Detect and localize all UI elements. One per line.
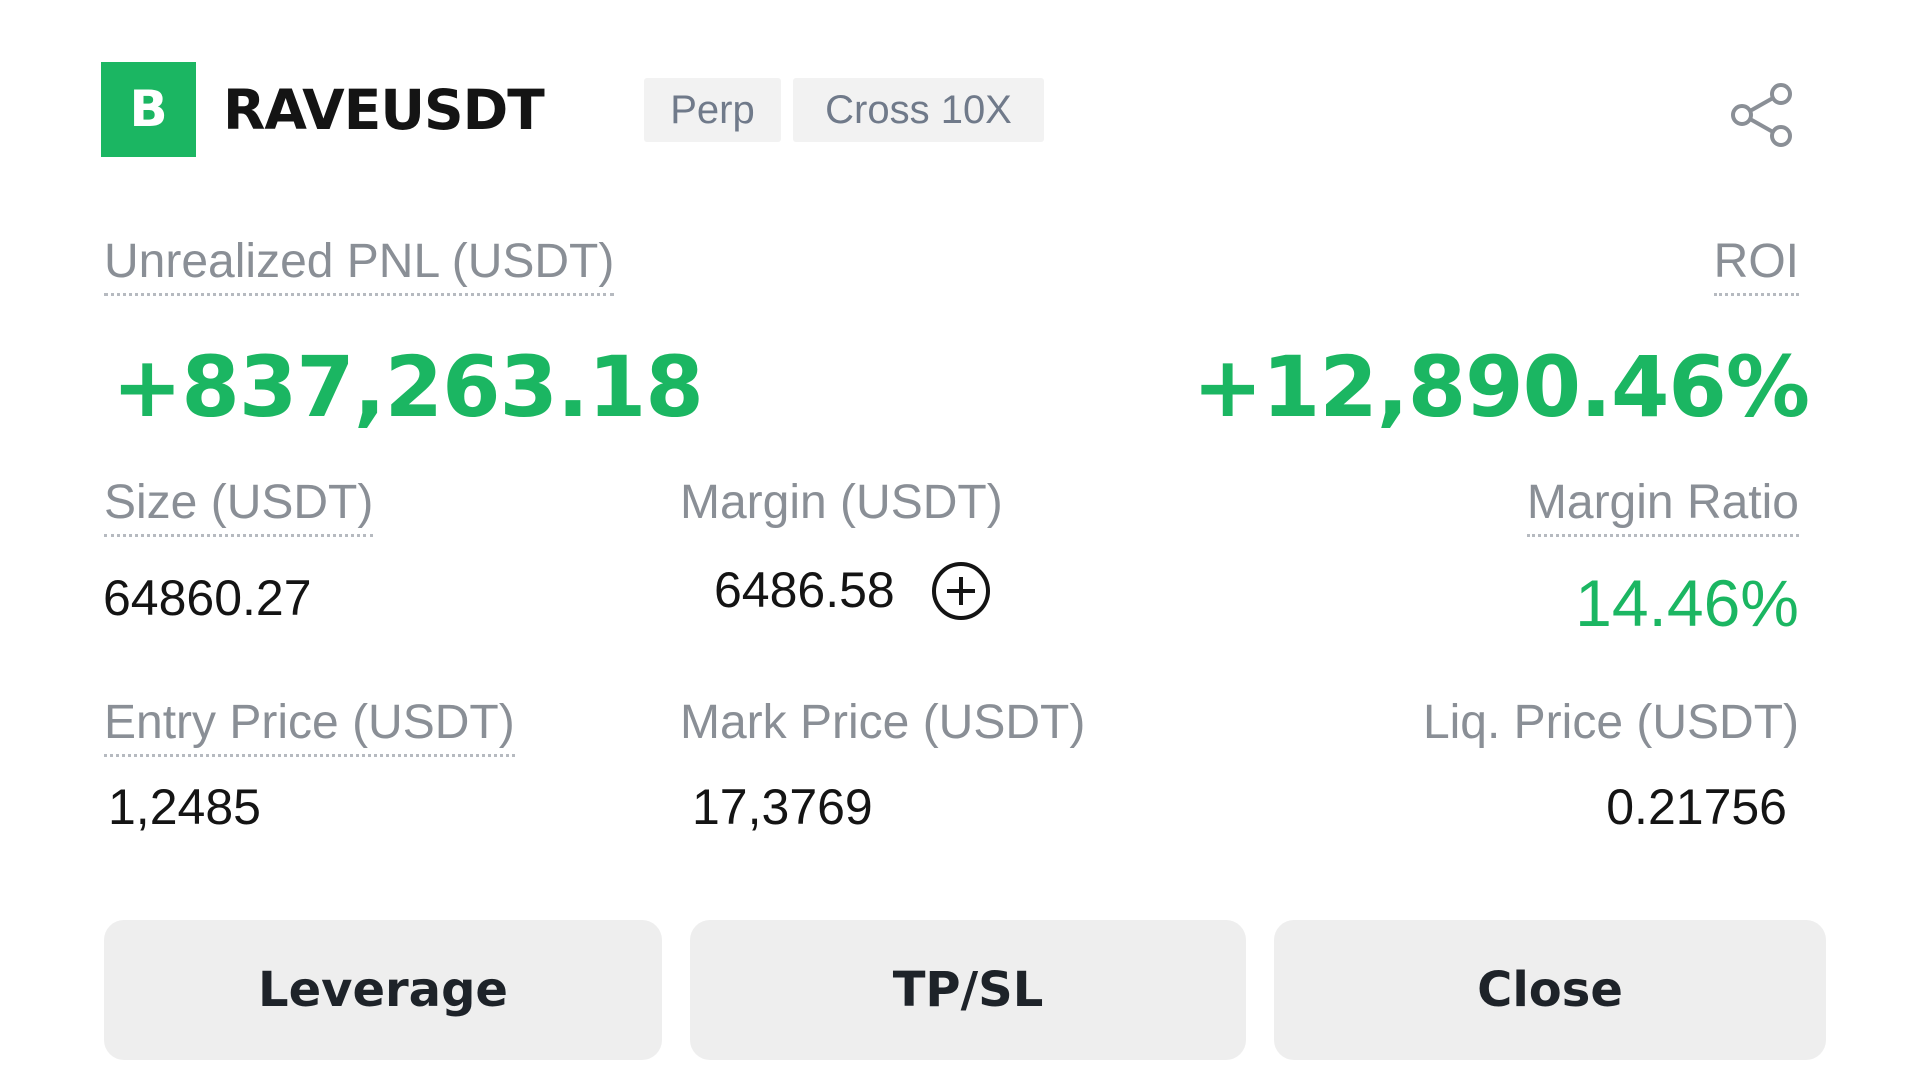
close-position-button[interactable]: Close bbox=[1274, 920, 1826, 1060]
side-badge: B bbox=[101, 62, 196, 157]
roi-label[interactable]: ROI bbox=[1713, 233, 1799, 296]
size-value: 64860.27 bbox=[103, 570, 312, 626]
margin-value: 6486.58 bbox=[714, 562, 895, 618]
liq-price-label: Liq. Price (USDT) bbox=[1422, 696, 1799, 749]
symbol-name[interactable]: RAVEUSDT bbox=[223, 78, 545, 143]
mark-price-value: 17,3769 bbox=[692, 779, 873, 835]
margin-ratio-label[interactable]: Margin Ratio bbox=[1526, 474, 1799, 537]
roi-value: +12,890.46% bbox=[1192, 338, 1810, 436]
entry-price-value: 1,2485 bbox=[108, 779, 261, 835]
position-header: B RAVEUSDT Perp Cross 10X bbox=[101, 62, 1801, 157]
margin-ratio-value: 14.46% bbox=[1575, 566, 1799, 640]
leverage-button[interactable]: Leverage bbox=[104, 920, 662, 1060]
tpsl-button[interactable]: TP/SL bbox=[690, 920, 1246, 1060]
unrealized-pnl-label[interactable]: Unrealized PNL (USDT) bbox=[104, 233, 615, 296]
entry-price-label[interactable]: Entry Price (USDT) bbox=[104, 694, 515, 757]
mark-price-label: Mark Price (USDT) bbox=[680, 696, 1086, 749]
liq-price-value: 0.21756 bbox=[1606, 779, 1787, 835]
plus-circle-icon[interactable] bbox=[930, 560, 992, 622]
margin-mode-tag[interactable]: Cross 10X bbox=[793, 78, 1044, 142]
size-label[interactable]: Size (USDT) bbox=[104, 474, 374, 537]
share-icon[interactable] bbox=[1728, 80, 1798, 150]
unrealized-pnl-value: +837,263.18 bbox=[112, 338, 704, 436]
contract-type-tag: Perp bbox=[644, 78, 781, 142]
margin-label: Margin (USDT) bbox=[680, 476, 1003, 529]
